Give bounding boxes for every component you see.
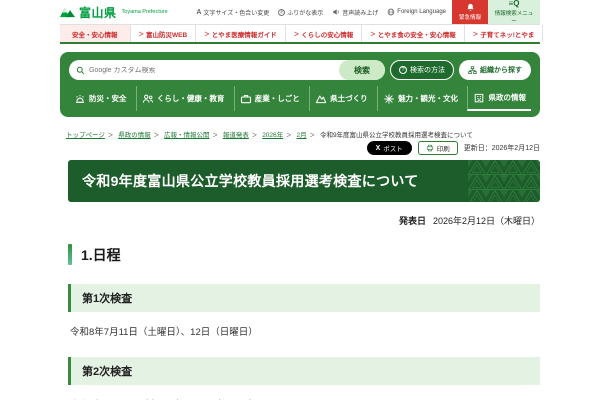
top-utility-bar: 富山県 Toyama Prefecture A 文字サイズ・色合い変更 あ ふり… bbox=[60, 0, 540, 25]
safety-nav: 安全・安心情報 富山防災WEB とやま医療情報ガイド くらしの安心情報 とやま食… bbox=[60, 24, 544, 44]
building-icon bbox=[475, 93, 484, 102]
search-help-button[interactable]: ? 検索の方法 bbox=[390, 60, 454, 80]
briefcase-icon bbox=[240, 94, 251, 103]
breadcrumb-link[interactable]: 報道発表 bbox=[223, 132, 261, 139]
page: 富山県 Toyama Prefecture A 文字サイズ・色合い変更 あ ふり… bbox=[0, 0, 600, 400]
search-panel: 検索 ? 検索の方法 組織から探す bbox=[60, 52, 540, 117]
nav-bousai-anzen[interactable]: 防災・安全 bbox=[69, 86, 132, 111]
safety-nav-item-active[interactable]: 安全・安心情報 bbox=[60, 25, 131, 42]
logo-subtitle: Toyama Prefecture bbox=[121, 9, 168, 15]
org-chart-icon bbox=[468, 65, 477, 74]
nav-kendo-zukuri[interactable]: 県土づくり bbox=[309, 86, 373, 111]
updated-date: 更新日：2026年2月12日 bbox=[463, 145, 540, 152]
search-box: 検索 bbox=[69, 60, 385, 80]
info-search-menu-button[interactable]: ≡Q 情報検索メニュー bbox=[488, 0, 540, 25]
speech-link[interactable]: 音声読み上げ bbox=[332, 8, 378, 17]
search-input[interactable] bbox=[89, 66, 339, 74]
release-date-value: 2026年2月12日（木曜日） bbox=[432, 216, 540, 226]
search-by-org-button[interactable]: 組織から探す bbox=[459, 60, 531, 80]
breadcrumb-link[interactable]: トップページ bbox=[66, 132, 116, 139]
toyama-mountain-logo-icon bbox=[60, 7, 75, 17]
first-exam-dates: 令和8年7月11日（土曜日）、12日（日曜日） bbox=[70, 327, 258, 338]
globe-icon bbox=[387, 8, 395, 16]
people-icon bbox=[142, 94, 153, 103]
utility-links: A 文字サイズ・色合い変更 あ ふりがな表示 音声読み上げ Foreign La… bbox=[196, 0, 446, 24]
section-accent-bar bbox=[68, 244, 72, 265]
section-heading-schedule: 1.日程 bbox=[68, 244, 540, 265]
foreign-language-link[interactable]: Foreign Language bbox=[387, 8, 446, 16]
category-nav: 防災・安全 くらし・健康・教育 産業・しごと 県土づくり 魅力・観光・文化 県政… bbox=[69, 86, 531, 111]
article: 令和9年度富山県公立学校教員採用選考検査について 発表日 2026年2月12日（木 bbox=[60, 160, 540, 400]
x-icon: X bbox=[375, 144, 381, 152]
alert-bell-icon bbox=[466, 3, 474, 11]
question-icon: ? bbox=[399, 66, 407, 74]
siren-icon bbox=[76, 94, 84, 103]
print-button[interactable]: 印刷 bbox=[417, 141, 458, 155]
site-logo[interactable]: 富山県 Toyama Prefecture bbox=[60, 0, 168, 24]
subsection-second-exam: 第2次検査 bbox=[68, 357, 540, 385]
furigana-icon: あ bbox=[278, 8, 286, 16]
speaker-icon bbox=[333, 9, 339, 15]
x-post-button[interactable]: X ポスト bbox=[366, 141, 412, 155]
printer-icon bbox=[426, 144, 433, 152]
logo-prefecture-name: 富山県 bbox=[79, 5, 117, 20]
search-icon bbox=[76, 66, 85, 74]
safety-nav-item[interactable]: とやま食の安全・安心情報 bbox=[362, 25, 465, 42]
nav-kurashi-kenko-kyoiku[interactable]: くらし・健康・教育 bbox=[135, 86, 230, 111]
breadcrumb-link[interactable]: 広報・情報公開 bbox=[164, 132, 221, 139]
safety-nav-item[interactable]: とやま医療情報ガイド bbox=[196, 25, 286, 42]
text-size-link[interactable]: A 文字サイズ・色合い変更 bbox=[196, 8, 269, 17]
release-date-row: 発表日 2026年2月12日（木曜日） bbox=[68, 214, 540, 227]
furigana-link[interactable]: あ ふりがな表示 bbox=[278, 8, 323, 17]
sparkle-icon bbox=[384, 93, 394, 104]
nav-sangyo-shigoto[interactable]: 産業・しごと bbox=[233, 86, 305, 111]
search-row: 検索 ? 検索の方法 組織から探す bbox=[69, 60, 531, 80]
page-tools: X ポスト 印刷 更新日：2026年2月12日 bbox=[60, 141, 540, 155]
page-title: 令和9年度富山県公立学校教員採用選考検査について bbox=[82, 173, 419, 189]
safety-nav-item[interactable]: 富山防災WEB bbox=[131, 25, 197, 42]
safety-nav-item[interactable]: 子育てネッ!とやま bbox=[465, 25, 544, 42]
subsection-first-exam: 第1次検査 bbox=[68, 284, 540, 312]
page-title-banner: 令和9年度富山県公立学校教員採用選考検査について bbox=[68, 160, 540, 202]
breadcrumb: トップページ 県政の情報 広報・情報公開 報道発表 2026年 2月 令和9年度… bbox=[60, 129, 540, 139]
menu-search-icon: ≡Q bbox=[508, 0, 520, 8]
breadcrumb-link[interactable]: 2月 bbox=[296, 132, 318, 139]
breadcrumb-link[interactable]: 県政の情報 bbox=[118, 132, 162, 139]
mountain-icon bbox=[315, 95, 327, 103]
text-size-icon: A bbox=[196, 8, 202, 16]
breadcrumb-link[interactable]: 2026年 bbox=[262, 132, 294, 139]
top-buttons: 緊急情報 ≡Q 情報検索メニュー bbox=[452, 0, 540, 25]
safety-nav-item[interactable]: くらしの安心情報 bbox=[286, 25, 363, 42]
nav-kensei-joho[interactable]: 県政の情報 bbox=[467, 86, 531, 111]
emergency-info-button[interactable]: 緊急情報 bbox=[452, 0, 488, 24]
release-date-label: 発表日 bbox=[398, 216, 426, 226]
nav-miryoku-kanko-bunka[interactable]: 魅力・観光・文化 bbox=[377, 86, 463, 111]
site-container: 富山県 Toyama Prefecture A 文字サイズ・色合い変更 あ ふり… bbox=[60, 0, 544, 400]
breadcrumb-current: 令和9年度富山県公立学校教員採用選考検査について bbox=[319, 132, 473, 139]
search-button[interactable]: 検索 bbox=[339, 60, 385, 80]
triangle-pattern-decoration bbox=[468, 160, 540, 202]
